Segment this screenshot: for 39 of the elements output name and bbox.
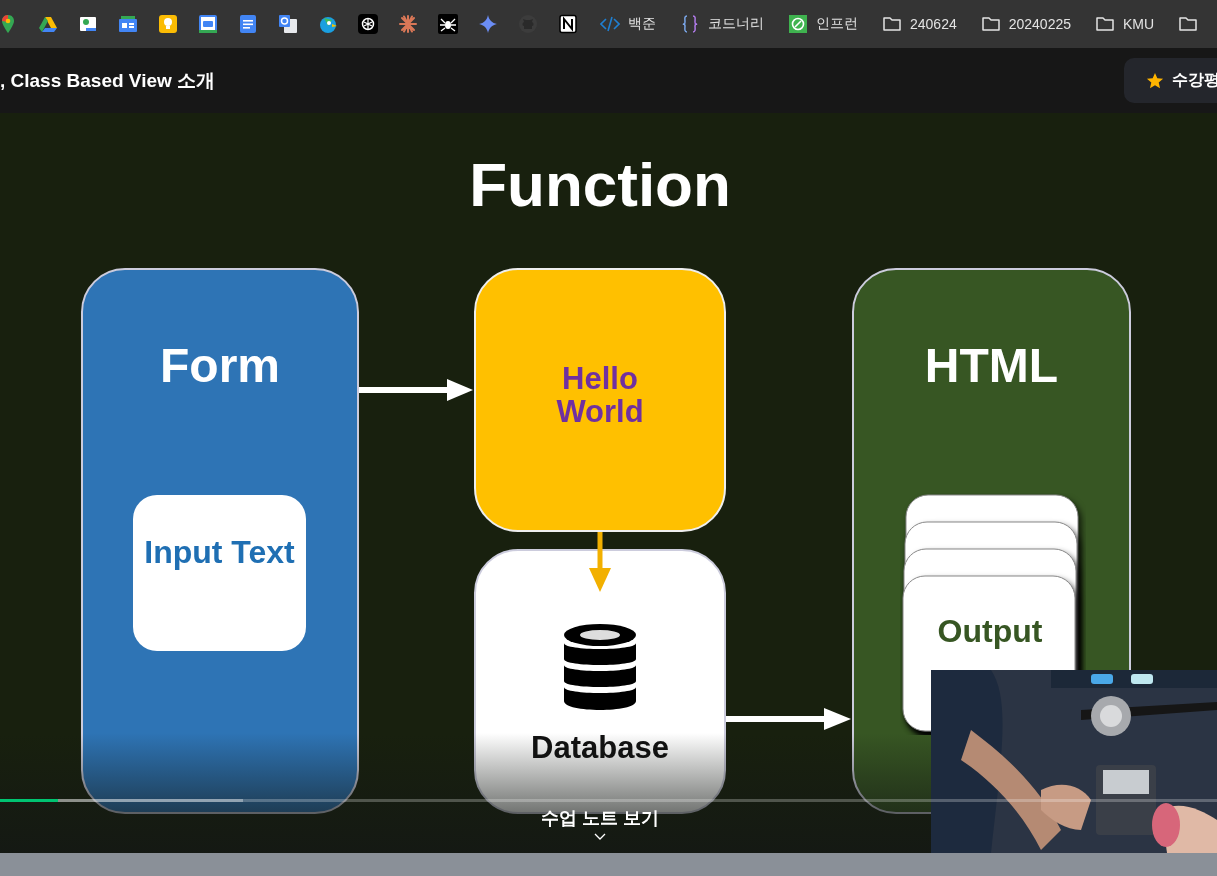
progress-track[interactable] [0, 799, 1217, 802]
triangle-icon[interactable] [38, 14, 58, 34]
folder-icon [1178, 14, 1199, 34]
map-icon[interactable] [78, 14, 98, 34]
down-arrow [588, 532, 612, 592]
bulb-icon[interactable] [158, 14, 178, 34]
sparkle-icon[interactable] [478, 14, 498, 34]
folder-icon [980, 14, 1001, 34]
spider-icon[interactable] [438, 14, 458, 34]
notebook-icon[interactable] [558, 14, 578, 34]
database-icon [562, 623, 638, 713]
output-label: Output [936, 615, 1044, 649]
form-label: Form [159, 338, 281, 393]
code-brackets-icon [600, 14, 620, 34]
folder-icon [882, 14, 902, 34]
function-label: Hello World [555, 363, 645, 429]
news-icon[interactable] [118, 14, 138, 34]
html-label: HTML [923, 338, 1060, 393]
folder-icon [1095, 14, 1115, 34]
database-label: Database [530, 732, 670, 765]
chevron-down-icon[interactable] [594, 833, 606, 840]
bookmark-link[interactable]: 백준 [598, 14, 658, 34]
bookmark-link[interactable]: KMU [1093, 14, 1157, 34]
bookmark-link[interactable]: 인프런 [786, 14, 860, 34]
asterisk-icon[interactable] [398, 14, 418, 34]
notes-toggle[interactable]: 수업 노트 보기 [500, 806, 700, 830]
braces-icon [680, 14, 700, 34]
slide-title: Function [468, 149, 732, 220]
calendar-icon[interactable] [198, 14, 218, 34]
leaf-badge-icon [788, 14, 808, 34]
bird-icon[interactable] [318, 14, 338, 34]
translate-icon[interactable] [278, 14, 298, 34]
bookmark-link[interactable]: 코드너리 [678, 14, 766, 34]
lecture-title: , Class Based View 소개 [0, 68, 216, 93]
bookmark-link[interactable]: 20240225 [978, 14, 1073, 34]
star-icon [1146, 71, 1164, 90]
input-label: Input Text [143, 536, 296, 570]
document-icon[interactable] [238, 14, 258, 34]
bookmark-link[interactable]: 240624 [880, 14, 959, 34]
